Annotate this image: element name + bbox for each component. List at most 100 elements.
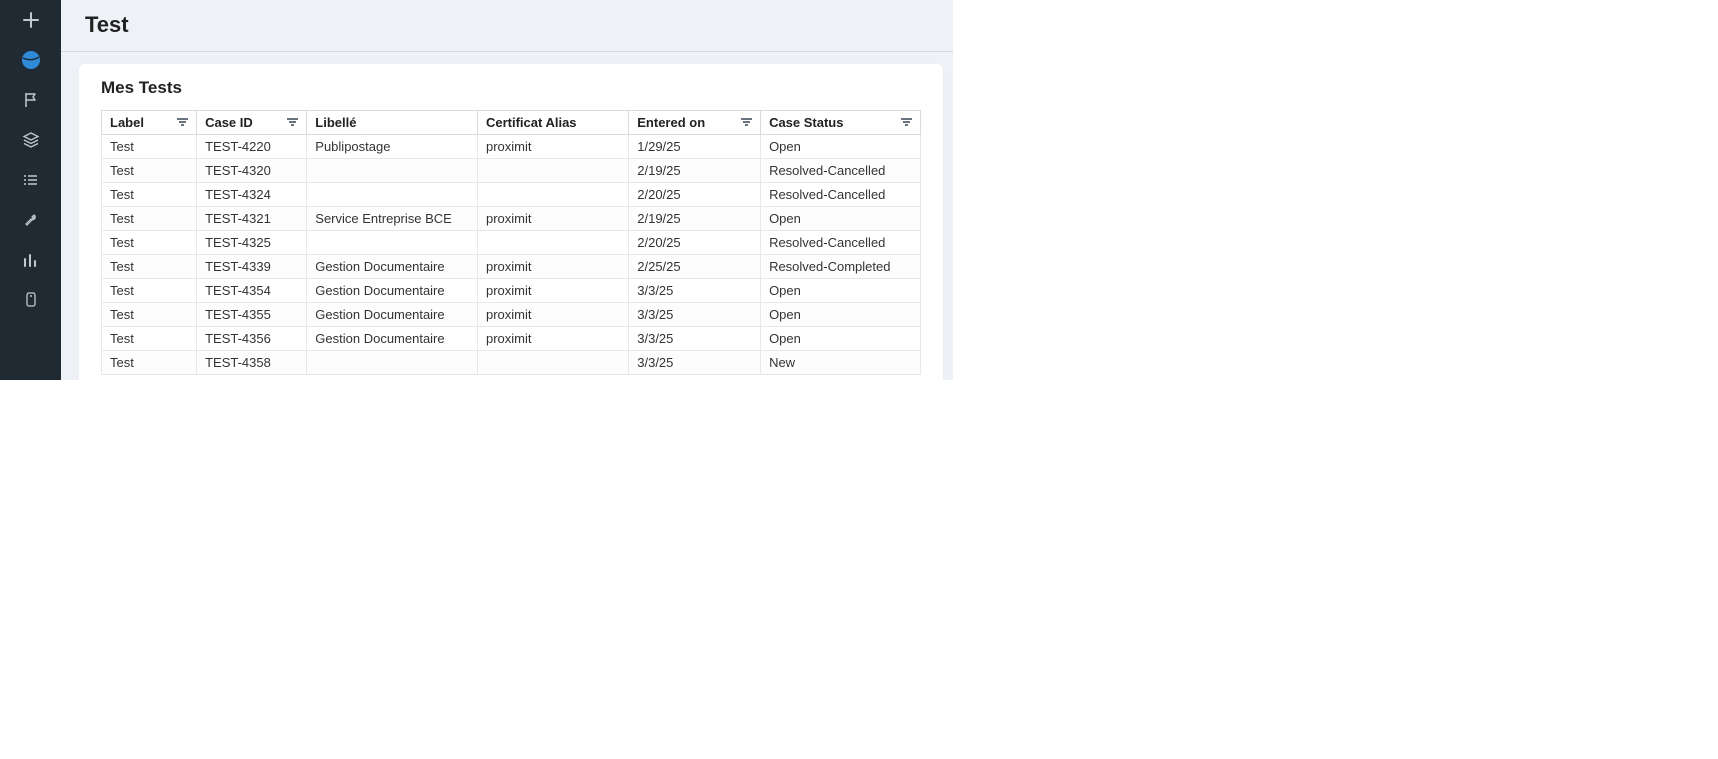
cell-cert: proximit	[477, 278, 628, 302]
cell-status: Resolved-Cancelled	[761, 230, 921, 254]
cell-label: Test	[102, 206, 197, 230]
cell-status: Open	[761, 278, 921, 302]
cell-libelle: Gestion Documentaire	[307, 302, 478, 326]
layers-icon	[22, 131, 40, 149]
sidebar-item-tag[interactable]	[0, 280, 61, 320]
col-header-caseid[interactable]: Case ID	[197, 110, 307, 134]
table-row[interactable]: TestTEST-4356Gestion Documentaireproximi…	[102, 326, 921, 350]
table-row[interactable]: TestTEST-4320 2/19/25Resolved-Cancelled	[102, 158, 921, 182]
table-row[interactable]: TestTEST-4220Publipostageproximit1/29/25…	[102, 134, 921, 158]
tests-table: Label Case ID	[101, 110, 921, 375]
table-row[interactable]: TestTEST-4324 2/20/25Resolved-Cancelled	[102, 182, 921, 206]
table-row[interactable]: TestTEST-4339Gestion Documentaireproximi…	[102, 254, 921, 278]
card-title: Mes Tests	[79, 78, 943, 110]
cell-caseid: TEST-4325	[197, 230, 307, 254]
chart-icon	[22, 251, 40, 269]
tag-icon	[22, 291, 40, 309]
cell-caseid: TEST-4356	[197, 326, 307, 350]
cell-status: Resolved-Cancelled	[761, 158, 921, 182]
cell-entered: 2/25/25	[629, 254, 761, 278]
sidebar-item-globe[interactable]	[0, 40, 61, 80]
sidebar-item-wrench[interactable]	[0, 200, 61, 240]
cell-caseid: TEST-4339	[197, 254, 307, 278]
flag-icon	[22, 91, 40, 109]
col-header-cert[interactable]: Certificat Alias	[477, 110, 628, 134]
table-row[interactable]: TestTEST-4354Gestion Documentaireproximi…	[102, 278, 921, 302]
table-row[interactable]: TestTEST-43252/20/25Resolved-Cancelled	[102, 230, 921, 254]
cell-cert: proximit	[477, 206, 628, 230]
cell-label: Test	[102, 182, 197, 206]
cell-caseid: TEST-4321	[197, 206, 307, 230]
cell-entered: 2/20/25	[629, 182, 761, 206]
cell-cert: proximit	[477, 134, 628, 158]
cell-libelle	[307, 230, 478, 254]
cell-entered: 3/3/25	[629, 278, 761, 302]
cell-label: Test	[102, 278, 197, 302]
cell-cert	[477, 350, 628, 374]
cell-entered: 3/3/25	[629, 302, 761, 326]
cell-caseid: TEST-4324	[197, 182, 307, 206]
cell-cert	[477, 230, 628, 254]
sidebar-item-list[interactable]	[0, 160, 61, 200]
col-header-text: Certificat Alias	[486, 115, 577, 130]
main-area: Test Mes Tests Label	[61, 0, 953, 380]
filter-icon[interactable]	[286, 118, 298, 126]
globe-icon	[21, 50, 41, 70]
cell-label: Test	[102, 326, 197, 350]
cell-caseid: TEST-4358	[197, 350, 307, 374]
table-row[interactable]: TestTEST-43583/3/25New	[102, 350, 921, 374]
cell-entered: 3/3/25	[629, 326, 761, 350]
cell-libelle: Gestion Documentaire	[307, 326, 478, 350]
cell-cert	[477, 158, 628, 182]
sidebar-item-new[interactable]	[0, 0, 61, 40]
cell-entered: 2/19/25	[629, 206, 761, 230]
content-area: Mes Tests Label	[61, 52, 953, 380]
cell-entered: 2/19/25	[629, 158, 761, 182]
col-header-status[interactable]: Case Status	[761, 110, 921, 134]
table-row[interactable]: TestTEST-4355Gestion Documentaireproximi…	[102, 302, 921, 326]
filter-icon[interactable]	[176, 118, 188, 126]
cell-entered: 2/20/25	[629, 230, 761, 254]
table-header-row: Label Case ID	[102, 110, 921, 134]
page-title: Test	[85, 12, 129, 38]
cell-status: Open	[761, 326, 921, 350]
cell-status: Open	[761, 134, 921, 158]
col-header-label[interactable]: Label	[102, 110, 197, 134]
col-header-libelle[interactable]: Libellé	[307, 110, 478, 134]
cell-cert	[477, 182, 628, 206]
cell-status: Resolved-Completed	[761, 254, 921, 278]
cell-label: Test	[102, 158, 197, 182]
app-root: Test Mes Tests Label	[0, 0, 953, 380]
cell-label: Test	[102, 302, 197, 326]
cell-status: Resolved-Cancelled	[761, 182, 921, 206]
sidebar-item-layers[interactable]	[0, 120, 61, 160]
card-mes-tests: Mes Tests Label	[79, 64, 943, 380]
cell-entered: 3/3/25	[629, 350, 761, 374]
cell-libelle: Publipostage	[307, 134, 478, 158]
cell-caseid: TEST-4355	[197, 302, 307, 326]
page-header: Test	[61, 0, 953, 52]
table-row[interactable]: TestTEST-4321Service Entreprise BCEproxi…	[102, 206, 921, 230]
cell-label: Test	[102, 350, 197, 374]
cell-cert: proximit	[477, 326, 628, 350]
cell-cert: proximit	[477, 254, 628, 278]
col-header-text: Case Status	[769, 115, 843, 130]
cell-libelle	[307, 350, 478, 374]
cell-label: Test	[102, 254, 197, 278]
cell-cert: proximit	[477, 302, 628, 326]
table-body: TestTEST-4220Publipostageproximit1/29/25…	[102, 134, 921, 374]
filter-icon[interactable]	[740, 118, 752, 126]
plus-icon	[22, 11, 40, 29]
cell-caseid: TEST-4320	[197, 158, 307, 182]
cell-libelle: Gestion Documentaire	[307, 278, 478, 302]
wrench-icon	[22, 211, 40, 229]
col-header-entered[interactable]: Entered on	[629, 110, 761, 134]
sidebar-item-flag[interactable]	[0, 80, 61, 120]
cell-libelle: Gestion Documentaire	[307, 254, 478, 278]
sidebar	[0, 0, 61, 380]
sidebar-item-chart[interactable]	[0, 240, 61, 280]
filter-icon[interactable]	[900, 118, 912, 126]
col-header-text: Case ID	[205, 115, 253, 130]
cell-libelle	[307, 182, 478, 206]
cell-status: Open	[761, 206, 921, 230]
